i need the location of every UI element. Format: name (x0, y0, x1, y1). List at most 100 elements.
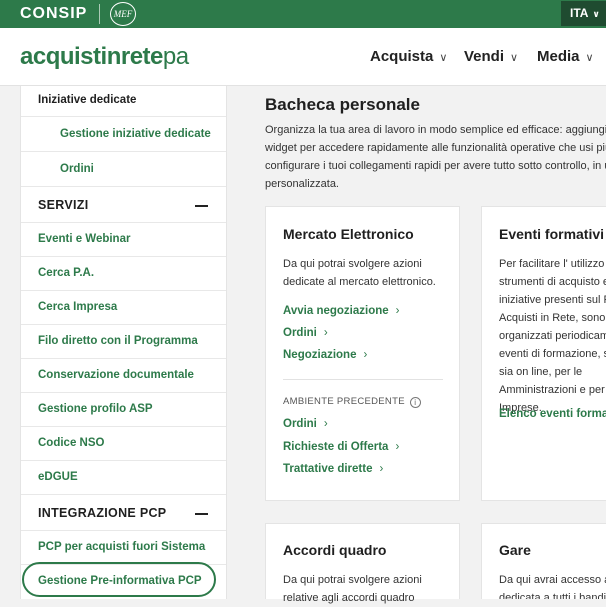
card-title: Mercato Elettronico (283, 226, 414, 242)
chevron-right-icon: › (323, 327, 328, 339)
card-gare: Gare Da qui avrai accesso a dedicata a t… (481, 523, 606, 599)
page-description: Organizza la tua area di lavoro in modo … (265, 121, 606, 193)
sidebar: Iniziative dedicate Gestione iniziative … (20, 86, 227, 599)
brand-suffix: pa (162, 43, 189, 70)
link-ordini-precedente[interactable]: Ordini › (283, 418, 328, 430)
card-text: Da qui avrai accesso a (499, 574, 606, 586)
section-servizi[interactable]: SERVIZI (21, 187, 226, 223)
nav-media[interactable]: Media ∨ (537, 48, 594, 65)
card-accordi-quadro: Accordi quadro Da qui potrai svolgere az… (265, 523, 460, 604)
sidebar-item-edgue[interactable]: eDGUE (21, 461, 226, 495)
card-eventi-formativi: Eventi formativi Per facilitare l' utili… (481, 206, 606, 501)
chevron-down-icon: ∨ (439, 52, 448, 64)
language-label: ITA (570, 6, 589, 20)
link-avvia-negoziazione[interactable]: Avvia negoziazione › (283, 305, 400, 317)
link-label: Trattative dirette (283, 463, 373, 475)
main-header: acquistinretepa Acquista ∨ Vendi ∨ Media ∨ (0, 28, 606, 86)
brand-main: acquistinrete (20, 43, 163, 70)
sidebar-item-gestione-iniziative[interactable]: Gestione iniziative dedicate (21, 117, 226, 152)
section-title: INTEGRAZIONE PCP (38, 506, 167, 520)
consip-logo[interactable]: CONSIP (20, 5, 87, 23)
sidebar-item-label: PCP per acquisti fuori Sistema (38, 541, 206, 553)
sidebar-item-profilo-asp[interactable]: Gestione profilo ASP (21, 393, 226, 427)
card-text: dedicata a tutti i bandi (499, 592, 606, 599)
sidebar-item-filo-diretto[interactable]: Filo diretto con il Programma (21, 325, 226, 359)
link-label: Negoziazione (283, 349, 357, 361)
sidebar-item-eventi-webinar[interactable]: Eventi e Webinar (21, 223, 226, 257)
info-icon[interactable]: i (409, 397, 421, 408)
link-elenco-eventi[interactable]: Elenco eventi format (499, 408, 606, 420)
card-text: dedicate al mercato elettronico. (283, 276, 436, 288)
chevron-right-icon: › (395, 441, 400, 453)
sidebar-item-cerca-impresa[interactable]: Cerca Impresa (21, 291, 226, 325)
link-label: Avvia negoziazione (283, 305, 389, 317)
link-label: Elenco eventi format (499, 408, 606, 420)
sidebar-item-iniziative-dedicate[interactable]: Iniziative dedicate (21, 86, 226, 117)
ambiente-precedente-label: AMBIENTE PRECEDENTE i (283, 396, 421, 408)
sidebar-item-pcp-fuori-sistema[interactable]: PCP per acquisti fuori Sistema (21, 531, 226, 565)
collapse-minus-icon[interactable] (195, 512, 208, 515)
collapse-minus-icon[interactable] (195, 204, 208, 207)
card-divider (283, 379, 443, 380)
description-line: widget per accedere rapidamente alle fun… (265, 142, 606, 154)
description-line: Organizza la tua area di lavoro in modo … (265, 124, 606, 136)
top-bar: CONSIP MEF ITA ∨ (0, 0, 606, 28)
card-text: iniziative presenti sul P (499, 294, 606, 306)
card-text: sia on line, per le (499, 366, 583, 378)
sidebar-item-label: Gestione profilo ASP (38, 403, 153, 415)
chevron-down-icon: ∨ (510, 52, 519, 64)
chevron-right-icon: › (379, 463, 384, 475)
chevron-down-icon: ∨ (585, 52, 594, 64)
description-line: configurare i tuoi collegamenti rapidi p… (265, 160, 606, 172)
sidebar-item-label: Cerca Impresa (38, 301, 118, 313)
section-title: SERVIZI (38, 198, 89, 212)
nav-acquista[interactable]: Acquista ∨ (370, 48, 447, 65)
link-ordini[interactable]: Ordini › (283, 327, 328, 339)
card-text: Amministrazioni e per (499, 384, 605, 396)
sidebar-item-label: Ordini (60, 163, 94, 175)
card-text: relative agli accordi quadro (283, 592, 415, 604)
card-text: strumenti di acquisto e (499, 276, 606, 288)
chevron-right-icon: › (363, 349, 368, 361)
sidebar-item-label: Codice NSO (38, 437, 105, 449)
page-title: Bacheca personale (265, 95, 420, 114)
section-integrazione-pcp[interactable]: INTEGRAZIONE PCP (21, 495, 226, 531)
sidebar-item-label: Cerca P.A. (38, 267, 95, 279)
card-mercato-elettronico: Mercato Elettronico Da qui potrai svolge… (265, 206, 460, 501)
sidebar-item-codice-nso[interactable]: Codice NSO (21, 427, 226, 461)
card-text: eventi di formazione, s (499, 348, 606, 360)
card-text: Per facilitare l' utilizzo d (499, 258, 606, 270)
sidebar-item-label: eDGUE (38, 471, 78, 483)
sidebar-item-label: Iniziative dedicate (38, 94, 137, 106)
topbar-separator (99, 4, 100, 24)
link-label: Ordini (283, 327, 317, 339)
card-text: organizzati periodicam (499, 330, 606, 342)
card-text: Da qui potrai svolgere azioni (283, 574, 422, 586)
nav-media-label: Media (537, 48, 580, 65)
sidebar-item-cerca-pa[interactable]: Cerca P.A. (21, 257, 226, 291)
link-richieste-offerta[interactable]: Richieste di Offerta › (283, 441, 399, 453)
mef-logo[interactable]: MEF (110, 2, 136, 26)
chevron-right-icon: › (395, 305, 400, 317)
link-trattative-dirette[interactable]: Trattative dirette › (283, 463, 383, 475)
link-label: Richieste di Offerta (283, 441, 389, 453)
card-text: Da qui potrai svolgere azioni (283, 258, 422, 270)
sidebar-item-ordini[interactable]: Ordini (21, 152, 226, 187)
card-text: Acquisti in Rete, sono (499, 312, 606, 324)
card-title: Eventi formativi (499, 226, 605, 242)
sidebar-item-label: Filo diretto con il Programma (38, 335, 198, 347)
language-selector[interactable]: ITA ∨ (561, 1, 606, 26)
sidebar-item-conservazione[interactable]: Conservazione documentale (21, 359, 226, 393)
nav-acquista-label: Acquista (370, 48, 434, 65)
nav-vendi[interactable]: Vendi ∨ (464, 48, 518, 65)
description-line: personalizzata. (265, 178, 339, 190)
link-label: Ordini (283, 418, 317, 430)
chevron-right-icon: › (323, 418, 328, 430)
card-title: Accordi quadro (283, 542, 387, 558)
acquistinretepa-logo[interactable]: acquistinretepa (20, 43, 189, 71)
selection-highlight (22, 562, 216, 597)
card-title: Gare (499, 542, 531, 558)
chevron-down-icon: ∨ (592, 9, 600, 19)
nav-vendi-label: Vendi (464, 48, 505, 65)
link-negoziazione[interactable]: Negoziazione › (283, 349, 367, 361)
